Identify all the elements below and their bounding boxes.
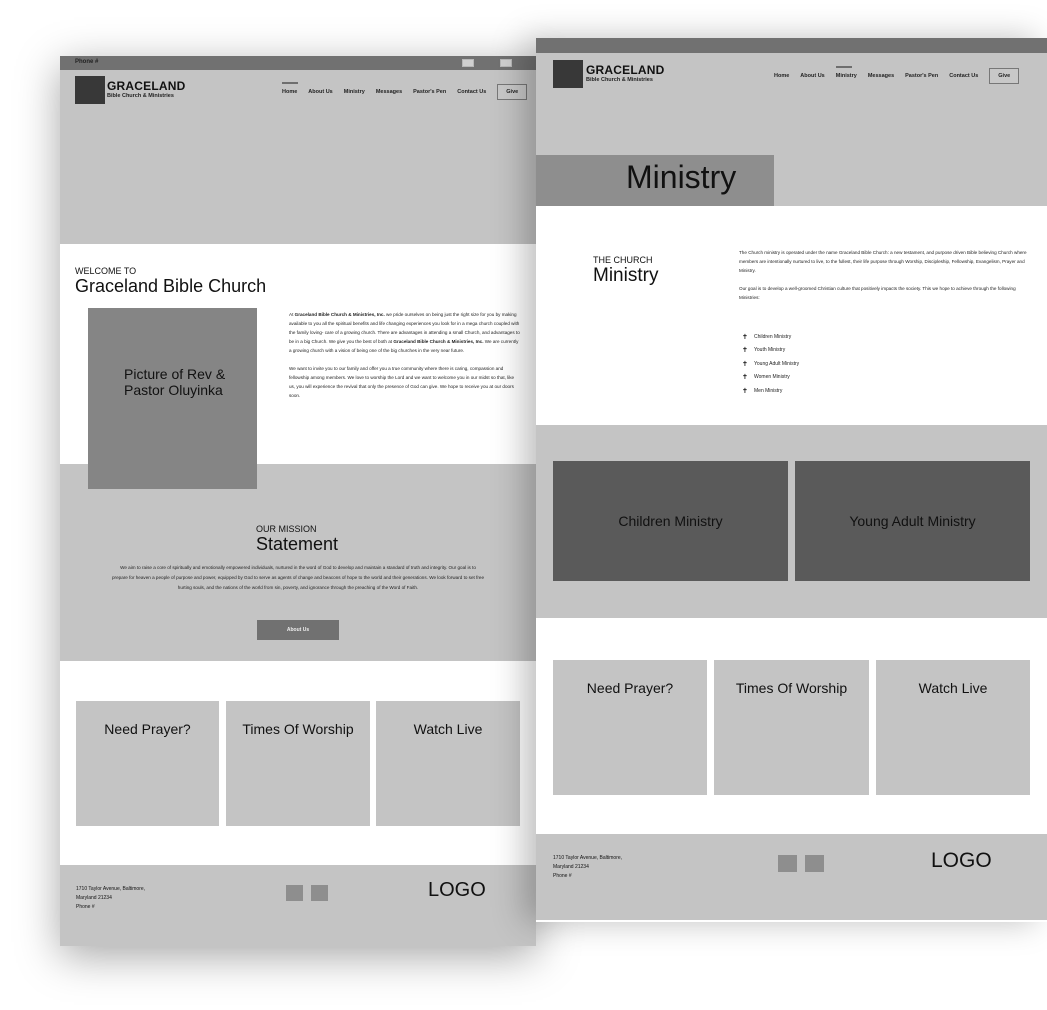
social-icon[interactable] bbox=[462, 59, 474, 67]
brand-tagline: Bible Church & Ministries bbox=[586, 77, 653, 83]
footer-address: 1710 Taylor Avenue, Baltimore, Maryland … bbox=[76, 886, 146, 910]
card-need-prayer[interactable]: Need Prayer? bbox=[553, 660, 707, 795]
topbar-phone: Phone # bbox=[75, 59, 99, 65]
nav-contact-us[interactable]: Contact Us bbox=[457, 89, 486, 95]
welcome-body: At Graceland Bible Church & Ministries, … bbox=[289, 310, 521, 400]
nav-contact-us[interactable]: Contact Us bbox=[949, 73, 978, 79]
card-need-prayer[interactable]: Need Prayer? bbox=[76, 701, 219, 826]
footer-address: 1710 Taylor Avenue, Baltimore, Maryland … bbox=[553, 855, 623, 879]
brand-name[interactable]: GRACELAND bbox=[586, 63, 664, 77]
welcome-title: Graceland Bible Church bbox=[75, 276, 267, 296]
social-icon[interactable] bbox=[778, 855, 797, 872]
nav-home[interactable]: Home bbox=[282, 82, 299, 95]
pastor-picture-placeholder: Picture of Rev & Pastor Oluyinka bbox=[88, 308, 257, 489]
brand-name[interactable]: GRACELAND bbox=[107, 79, 185, 93]
cross-icon: ✝ bbox=[742, 333, 748, 341]
nav-home[interactable]: Home bbox=[774, 73, 789, 79]
brand-tagline: Bible Church & Ministries bbox=[107, 93, 174, 99]
welcome-eyebrow: WELCOME TO bbox=[75, 266, 137, 276]
social-icon[interactable] bbox=[286, 885, 303, 901]
home-page-mockup: Phone # GRACELAND Bible Church & Ministr… bbox=[60, 56, 536, 946]
ministry-page-mockup: GRACELAND Bible Church & Ministries Home… bbox=[536, 38, 1047, 922]
list-item[interactable]: ✝ Young Adult Ministry bbox=[742, 357, 799, 371]
main-nav: Home About Us Ministry Messages Pastor's… bbox=[282, 82, 528, 100]
nav-ministry[interactable]: Ministry bbox=[344, 89, 365, 95]
top-bar bbox=[536, 38, 1047, 53]
cross-icon: ✝ bbox=[742, 360, 748, 368]
ministry-tiles-section: Children Ministry Young Adult Ministry bbox=[536, 425, 1047, 618]
mission-body: We aim to raise a core of spiritually an… bbox=[112, 565, 485, 590]
site-header: GRACELAND Bible Church & Ministries Home… bbox=[60, 70, 536, 244]
main-nav: Home About Us Ministry Messages Pastor's… bbox=[774, 66, 1020, 84]
intro-body: The Church ministry is operated under th… bbox=[739, 248, 1031, 302]
card-watch-live[interactable]: Watch Live bbox=[376, 701, 520, 826]
intro-title: Ministry bbox=[593, 265, 659, 286]
mission-eyebrow: OUR MISSION bbox=[256, 524, 317, 534]
quick-links-section: Need Prayer? Times Of Worship Watch Live bbox=[60, 661, 536, 865]
tile-children-ministry[interactable]: Children Ministry bbox=[553, 461, 788, 581]
social-icon[interactable] bbox=[805, 855, 824, 872]
top-bar: Phone # bbox=[60, 56, 536, 70]
give-button[interactable]: Give bbox=[989, 68, 1020, 84]
list-item[interactable]: ✝ Children Ministry bbox=[742, 330, 799, 344]
nav-messages[interactable]: Messages bbox=[868, 73, 894, 79]
ministry-intro-section: THE CHURCH Ministry The Church ministry … bbox=[536, 206, 1047, 425]
site-footer: 1710 Taylor Avenue, Baltimore, Maryland … bbox=[536, 834, 1047, 920]
nav-about-us[interactable]: About Us bbox=[308, 89, 332, 95]
social-icon[interactable] bbox=[311, 885, 328, 901]
quick-links-section: Need Prayer? Times Of Worship Watch Live bbox=[536, 618, 1047, 834]
tile-young-adult-ministry[interactable]: Young Adult Ministry bbox=[795, 461, 1030, 581]
nav-about-us[interactable]: About Us bbox=[800, 73, 824, 79]
card-times-of-worship[interactable]: Times Of Worship bbox=[714, 660, 869, 795]
give-button[interactable]: Give bbox=[497, 84, 528, 100]
list-item[interactable]: ✝ Men Ministry bbox=[742, 384, 799, 398]
welcome-paragraph-2: We want to invite you to our family and … bbox=[289, 366, 515, 398]
intro-paragraph-2: Our goal is to develop a well-groomed Ch… bbox=[739, 286, 1016, 300]
cross-icon: ✝ bbox=[742, 374, 748, 382]
social-icon[interactable] bbox=[500, 59, 512, 67]
mission-title: Statement bbox=[256, 534, 339, 554]
nav-pastors-pen[interactable]: Pastor's Pen bbox=[413, 89, 446, 95]
list-item[interactable]: ✝ Youth Ministry bbox=[742, 344, 799, 358]
logo-placeholder[interactable] bbox=[553, 60, 583, 88]
hero-title: Ministry bbox=[626, 159, 737, 195]
cross-icon: ✝ bbox=[742, 387, 748, 395]
ministries-list: ✝ Children Ministry ✝ Youth Ministry ✝ Youn… bbox=[742, 330, 799, 398]
footer-logo[interactable]: LOGO bbox=[428, 879, 486, 902]
card-watch-live[interactable]: Watch Live bbox=[876, 660, 1030, 795]
footer-logo[interactable]: LOGO bbox=[931, 849, 992, 873]
welcome-paragraph-1: At Graceland Bible Church & Ministries, … bbox=[289, 312, 520, 353]
cross-icon: ✝ bbox=[742, 347, 748, 355]
site-footer: 1710 Taylor Avenue, Baltimore, Maryland … bbox=[60, 865, 536, 946]
mission-section: OUR MISSION Statement We aim to raise a … bbox=[60, 464, 536, 661]
intro-eyebrow: THE CHURCH bbox=[593, 255, 653, 265]
about-us-button[interactable]: About Us bbox=[257, 620, 339, 640]
logo-placeholder[interactable] bbox=[75, 76, 105, 104]
pastor-picture-label: Picture of Rev & Pastor Oluyinka bbox=[124, 366, 226, 398]
nav-pastors-pen[interactable]: Pastor's Pen bbox=[905, 73, 938, 79]
nav-messages[interactable]: Messages bbox=[376, 89, 402, 95]
intro-paragraph-1: The Church ministry is operated under th… bbox=[739, 250, 1027, 273]
list-item[interactable]: ✝ Women Ministry bbox=[742, 371, 799, 385]
card-times-of-worship[interactable]: Times Of Worship bbox=[226, 701, 370, 826]
nav-ministry[interactable]: Ministry bbox=[835, 66, 857, 79]
